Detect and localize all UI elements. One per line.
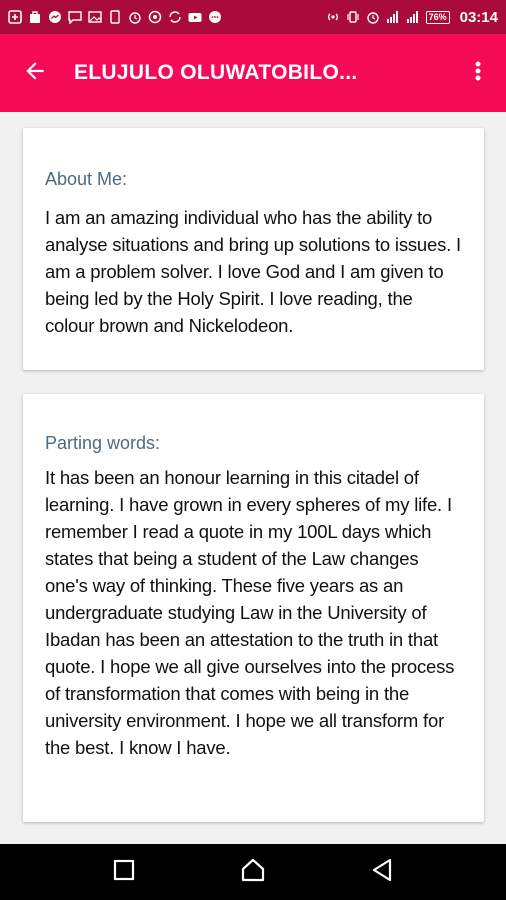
about-me-card: About Me: I am an amazing individual who…: [23, 128, 484, 370]
signal-icon-2: [406, 10, 420, 24]
parting-words-heading: Parting words:: [45, 433, 161, 453]
phone-icon: [108, 10, 122, 24]
parting-words-card: Parting words: It has been an honour lea…: [23, 394, 484, 822]
back-button[interactable]: [0, 34, 70, 112]
recents-square-icon: [113, 859, 135, 886]
alarm-clock-icon: [366, 10, 380, 24]
navigation-bar: [0, 844, 506, 900]
about-me-heading: About Me:: [45, 169, 128, 189]
back-nav-button[interactable]: [362, 852, 402, 892]
about-me-text: I am an amazing individual who has the a…: [45, 207, 461, 336]
home-icon: [240, 858, 266, 887]
recents-button[interactable]: [104, 852, 144, 892]
youtube-icon: [188, 10, 202, 24]
hotspot-icon: [326, 10, 340, 24]
sync-icon: [168, 10, 182, 24]
chat-icon: [68, 10, 82, 24]
sms-icon: [208, 10, 222, 24]
clock: 03:14: [459, 8, 498, 26]
back-triangle-icon: [371, 858, 393, 887]
vibrate-icon: [346, 10, 360, 24]
notification-icons: [8, 10, 222, 24]
signal-icon: [386, 10, 400, 24]
arrow-back-icon: [22, 58, 48, 89]
system-icons: 76% 03:14: [326, 9, 498, 26]
alarm-icon: [128, 10, 142, 24]
whatsapp-icon: [148, 10, 162, 24]
image-icon: [88, 10, 102, 24]
more-vert-icon: [474, 59, 482, 88]
profile-content[interactable]: About Me: I am an amazing individual who…: [0, 112, 506, 844]
bag-icon: [28, 10, 42, 24]
messenger-icon: [48, 10, 62, 24]
battery-icon: 76%: [425, 10, 450, 24]
overflow-menu-button[interactable]: [450, 34, 506, 112]
home-button[interactable]: [233, 852, 273, 892]
page-title: ELUJULO OLUWATOBILO...: [74, 61, 358, 84]
app-bar: ELUJULO OLUWATOBILO...: [0, 34, 506, 112]
add-box-icon: [8, 10, 22, 24]
status-bar: 76% 03:14: [0, 0, 506, 34]
parting-words-text: It has been an honour learning in this c…: [45, 467, 455, 758]
